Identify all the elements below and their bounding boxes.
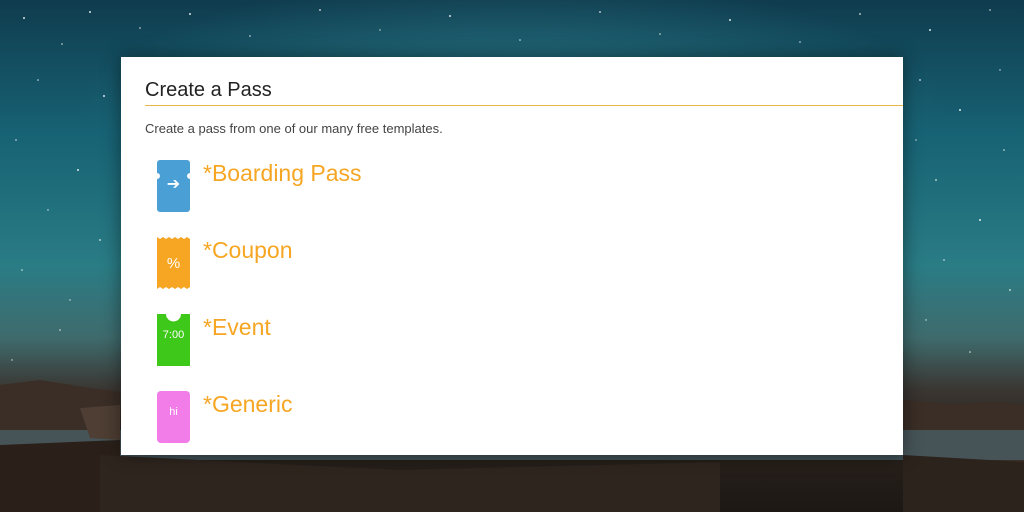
- template-label-generic[interactable]: *Generic: [203, 391, 292, 417]
- event-glyph: 7:00: [163, 329, 184, 341]
- template-label-boarding-pass[interactable]: *Boarding Pass: [203, 160, 362, 186]
- template-list: ➔ *Boarding Pass % *Coupon 7:00 *Event h…: [157, 160, 757, 455]
- dialog-title: Create a Pass: [145, 79, 272, 101]
- boarding-pass-glyph: ➔: [167, 174, 180, 193]
- template-item-boarding-pass[interactable]: ➔ *Boarding Pass: [157, 160, 757, 237]
- template-label-coupon[interactable]: *Coupon: [203, 237, 293, 263]
- coupon-glyph: %: [167, 255, 180, 272]
- template-item-coupon[interactable]: % *Coupon: [157, 237, 757, 314]
- desktop-wallpaper: Create a Pass Create a pass from one of …: [0, 0, 1024, 512]
- boarding-pass-icon: ➔: [157, 160, 190, 212]
- event-ticket-icon: 7:00: [157, 314, 190, 366]
- dialog-subtitle: Create a pass from one of our many free …: [145, 121, 443, 136]
- generic-glyph: hi: [169, 406, 178, 418]
- generic-pass-icon: hi: [157, 391, 190, 443]
- template-item-generic[interactable]: hi *Generic: [157, 391, 757, 455]
- template-item-event[interactable]: 7:00 *Event: [157, 314, 757, 391]
- dialog-header: Create a Pass: [145, 79, 903, 106]
- template-label-event[interactable]: *Event: [203, 314, 271, 340]
- coupon-icon: %: [157, 237, 190, 289]
- create-pass-dialog: Create a Pass Create a pass from one of …: [121, 57, 903, 455]
